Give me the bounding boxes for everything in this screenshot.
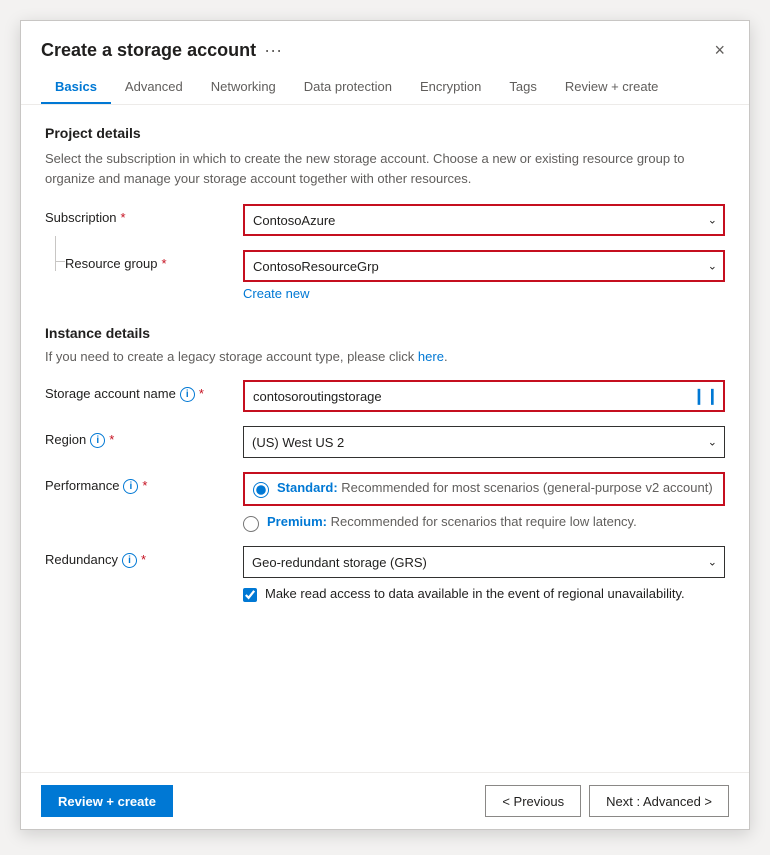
performance-standard-radio[interactable] xyxy=(253,482,269,498)
performance-premium-main: Premium: xyxy=(267,514,327,529)
dialog-title: Create a storage account xyxy=(41,40,256,61)
dialog-more-options[interactable]: ··· xyxy=(264,40,282,61)
close-button[interactable]: × xyxy=(710,37,729,63)
redundancy-required: * xyxy=(141,552,146,567)
region-label: Region i * xyxy=(45,426,235,448)
subscription-row: Subscription * ContosoAzure ⌄ xyxy=(45,204,725,236)
project-details-heading: Project details xyxy=(45,125,725,141)
dialog-title-row: Create a storage account ··· xyxy=(41,40,282,61)
legacy-link[interactable]: here xyxy=(418,349,444,364)
create-new-resource-group-link[interactable]: Create new xyxy=(243,286,309,301)
tab-data-protection[interactable]: Data protection xyxy=(290,71,406,104)
redundancy-control: Geo-redundant storage (GRS) ⌄ Make read … xyxy=(243,546,725,602)
tab-review-create[interactable]: Review + create xyxy=(551,71,673,104)
resource-group-control: ContosoResourceGrp ⌄ Create new xyxy=(243,250,725,301)
performance-standard-main: Standard: xyxy=(277,480,338,495)
project-details-description: Select the subscription in which to crea… xyxy=(45,149,725,188)
resource-group-required: * xyxy=(162,256,167,271)
tab-basics[interactable]: Basics xyxy=(41,71,111,104)
resource-group-select[interactable]: ContosoResourceGrp xyxy=(243,250,725,282)
dialog-header: Create a storage account ··· × xyxy=(21,21,749,63)
region-row: Region i * (US) West US 2 ⌄ xyxy=(45,426,725,458)
subscription-select[interactable]: ContosoAzure xyxy=(243,204,725,236)
dialog-content: Project details Select the subscription … xyxy=(21,105,749,772)
tab-networking[interactable]: Networking xyxy=(197,71,290,104)
region-required: * xyxy=(109,432,114,447)
subscription-select-wrapper: ContosoAzure ⌄ xyxy=(243,204,725,236)
storage-account-input-wrapper: ❙❙ xyxy=(243,380,725,412)
resource-group-select-wrapper: ContosoResourceGrp ⌄ xyxy=(243,250,725,282)
storage-account-name-input[interactable] xyxy=(243,380,725,412)
performance-required: * xyxy=(142,478,147,493)
performance-premium-radio[interactable] xyxy=(243,516,259,532)
dialog-footer: Review + create < Previous Next : Advanc… xyxy=(21,772,749,829)
tab-bar: Basics Advanced Networking Data protecti… xyxy=(21,63,749,105)
region-control: (US) West US 2 ⌄ xyxy=(243,426,725,458)
performance-label: Performance i * xyxy=(45,472,235,494)
redundancy-read-access-checkbox-label[interactable]: Make read access to data available in th… xyxy=(243,586,725,602)
performance-radio-group: Standard: Recommended for most scenarios… xyxy=(243,472,725,532)
create-storage-dialog: Create a storage account ··· × Basics Ad… xyxy=(20,20,750,830)
redundancy-label: Redundancy i * xyxy=(45,546,235,568)
storage-account-required: * xyxy=(199,386,204,401)
vert-connector xyxy=(55,236,56,271)
next-button[interactable]: Next : Advanced > xyxy=(589,785,729,817)
subscription-required: * xyxy=(121,210,126,225)
redundancy-read-access-checkbox[interactable] xyxy=(243,588,257,602)
region-select[interactable]: (US) West US 2 xyxy=(243,426,725,458)
review-create-button[interactable]: Review + create xyxy=(41,785,173,817)
storage-account-name-control: ❙❙ xyxy=(243,380,725,412)
redundancy-select[interactable]: Geo-redundant storage (GRS) xyxy=(243,546,725,578)
legacy-line: If you need to create a legacy storage a… xyxy=(45,349,725,364)
redundancy-info-icon[interactable]: i xyxy=(122,553,137,568)
previous-button[interactable]: < Previous xyxy=(485,785,581,817)
redundancy-row: Redundancy i * Geo-redundant storage (GR… xyxy=(45,546,725,602)
tab-tags[interactable]: Tags xyxy=(495,71,550,104)
performance-standard-desc: Recommended for most scenarios (general-… xyxy=(338,480,713,495)
redundancy-read-access-label: Make read access to data available in th… xyxy=(265,586,685,601)
performance-premium-desc: Recommended for scenarios that require l… xyxy=(327,514,637,529)
region-info-icon[interactable]: i xyxy=(90,433,105,448)
redundancy-select-wrapper: Geo-redundant storage (GRS) ⌄ xyxy=(243,546,725,578)
performance-control: Standard: Recommended for most scenarios… xyxy=(243,472,725,532)
performance-row: Performance i * Standard: Recommended fo… xyxy=(45,472,725,532)
tab-advanced[interactable]: Advanced xyxy=(111,71,197,104)
subscription-control: ContosoAzure ⌄ xyxy=(243,204,725,236)
resource-group-row: Resource group * ContosoResourceGrp ⌄ Cr… xyxy=(45,250,725,301)
resource-group-label: Resource group * xyxy=(45,250,235,271)
storage-account-name-row: Storage account name i * ❙❙ xyxy=(45,380,725,412)
horiz-connector xyxy=(55,261,65,262)
region-select-wrapper: (US) West US 2 ⌄ xyxy=(243,426,725,458)
project-details-section: Project details Select the subscription … xyxy=(45,125,725,301)
storage-account-info-icon[interactable]: i xyxy=(180,387,195,402)
performance-premium-option[interactable]: Premium: Recommended for scenarios that … xyxy=(243,514,725,532)
storage-account-name-label: Storage account name i * xyxy=(45,380,235,402)
instance-details-section: Instance details If you need to create a… xyxy=(45,325,725,602)
instance-details-heading: Instance details xyxy=(45,325,725,341)
subscription-label: Subscription * xyxy=(45,204,235,225)
performance-standard-option[interactable]: Standard: Recommended for most scenarios… xyxy=(243,472,725,506)
performance-info-icon[interactable]: i xyxy=(123,479,138,494)
tab-encryption[interactable]: Encryption xyxy=(406,71,495,104)
